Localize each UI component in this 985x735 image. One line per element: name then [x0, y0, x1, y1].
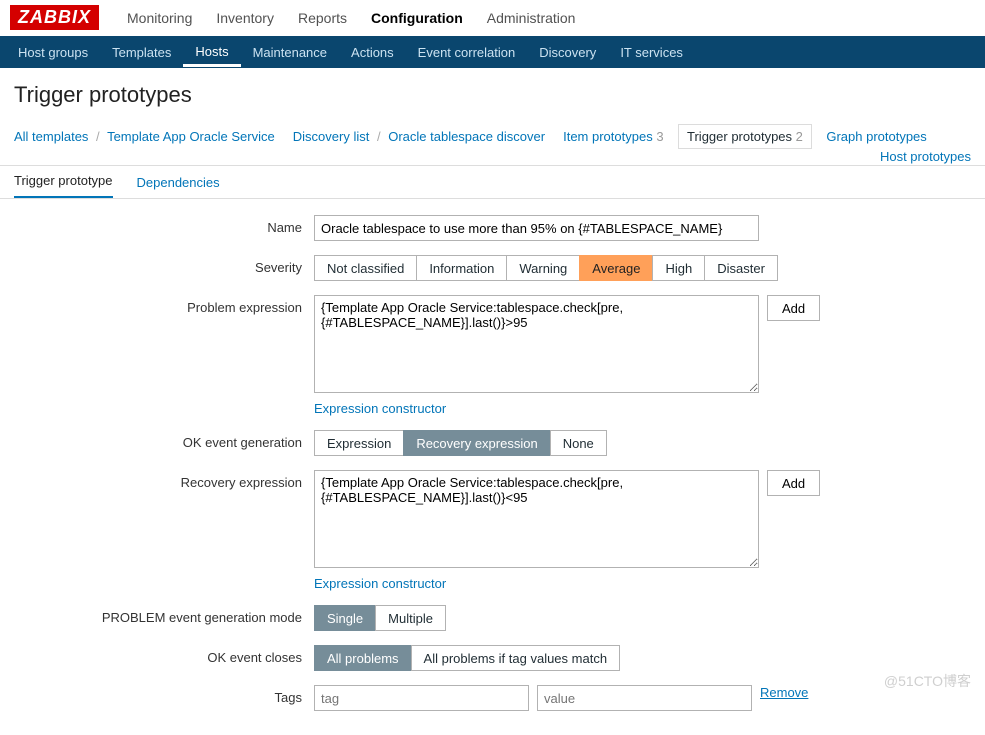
subnav-actions[interactable]: Actions [339, 38, 406, 67]
subnav-it-services[interactable]: IT services [608, 38, 695, 67]
severity-group: Not classified Information Warning Avera… [314, 255, 778, 281]
watermark: @51CTO博客 [884, 671, 971, 691]
ok-event-generation-group: Expression Recovery expression None [314, 430, 607, 456]
problem-mode-multiple[interactable]: Multiple [375, 605, 446, 631]
subnav-hosts[interactable]: Hosts [183, 37, 240, 67]
top-nav: ZABBIX Monitoring Inventory Reports Conf… [0, 0, 985, 36]
tag-remove-link[interactable]: Remove [760, 685, 808, 700]
ok-gen-recovery-expression[interactable]: Recovery expression [403, 430, 549, 456]
ok-closes-all-problems[interactable]: All problems [314, 645, 411, 671]
crumb-template[interactable]: Template App Oracle Service [107, 129, 275, 144]
trigger-form: Name Severity Not classified Information… [0, 199, 985, 735]
problem-expression-textarea[interactable]: {Template App Oracle Service:tablespace.… [314, 295, 759, 393]
severity-warning[interactable]: Warning [506, 255, 579, 281]
crumb-sep: / [373, 129, 385, 144]
subnav-discovery[interactable]: Discovery [527, 38, 608, 67]
crumb-host-prototypes[interactable]: Host prototypes [880, 149, 971, 164]
subnav-event-correlation[interactable]: Event correlation [406, 38, 528, 67]
problem-expression-label: Problem expression [14, 295, 314, 315]
subnav-maintenance[interactable]: Maintenance [241, 38, 339, 67]
severity-average[interactable]: Average [579, 255, 652, 281]
problem-expression-add-button[interactable]: Add [767, 295, 820, 321]
severity-disaster[interactable]: Disaster [704, 255, 778, 281]
ok-gen-none[interactable]: None [550, 430, 607, 456]
crumb-trigger-prototypes-current: Trigger prototypes 2 [678, 124, 812, 149]
form-tabs: Trigger prototype Dependencies [0, 165, 985, 199]
ok-event-closes-group: All problems All problems if tag values … [314, 645, 620, 671]
breadcrumb: All templates / Template App Oracle Serv… [0, 120, 985, 159]
recovery-expression-label: Recovery expression [14, 470, 314, 490]
ok-event-generation-label: OK event generation [14, 430, 314, 450]
nav-inventory[interactable]: Inventory [204, 2, 286, 34]
subnav-host-groups[interactable]: Host groups [6, 38, 100, 67]
severity-information[interactable]: Information [416, 255, 506, 281]
recovery-expression-constructor-link[interactable]: Expression constructor [314, 576, 446, 591]
subnav-templates[interactable]: Templates [100, 38, 183, 67]
problem-expression-constructor-link[interactable]: Expression constructor [314, 401, 446, 416]
tags-label: Tags [14, 685, 314, 705]
ok-closes-tag-match[interactable]: All problems if tag values match [411, 645, 621, 671]
tag-name-input[interactable] [314, 685, 529, 711]
severity-label: Severity [14, 255, 314, 275]
ok-gen-expression[interactable]: Expression [314, 430, 403, 456]
recovery-expression-textarea[interactable]: {Template App Oracle Service:tablespace.… [314, 470, 759, 568]
nav-monitoring[interactable]: Monitoring [115, 2, 204, 34]
crumb-item-prototypes[interactable]: Item prototypes 3 [563, 129, 663, 144]
problem-mode-label: PROBLEM event generation mode [14, 605, 314, 625]
sub-nav: Host groups Templates Hosts Maintenance … [0, 36, 985, 68]
tag-value-input[interactable] [537, 685, 752, 711]
logo: ZABBIX [10, 5, 99, 30]
nav-reports[interactable]: Reports [286, 2, 359, 34]
recovery-expression-add-button[interactable]: Add [767, 470, 820, 496]
crumb-discovery-list[interactable]: Discovery list [293, 129, 370, 144]
severity-high[interactable]: High [652, 255, 704, 281]
severity-not-classified[interactable]: Not classified [314, 255, 416, 281]
problem-mode-single[interactable]: Single [314, 605, 375, 631]
crumb-graph-prototypes[interactable]: Graph prototypes [826, 129, 926, 144]
page-title: Trigger prototypes [0, 68, 985, 120]
crumb-sep: / [92, 129, 104, 144]
crumb-discovery-rule[interactable]: Oracle tablespace discover [388, 129, 545, 144]
tab-dependencies[interactable]: Dependencies [137, 167, 220, 198]
ok-event-closes-label: OK event closes [14, 645, 314, 665]
crumb-all-templates[interactable]: All templates [14, 129, 88, 144]
nav-administration[interactable]: Administration [475, 2, 588, 34]
name-input[interactable] [314, 215, 759, 241]
tab-trigger-prototype[interactable]: Trigger prototype [14, 165, 113, 198]
nav-configuration[interactable]: Configuration [359, 2, 475, 34]
name-label: Name [14, 215, 314, 235]
problem-mode-group: Single Multiple [314, 605, 446, 631]
